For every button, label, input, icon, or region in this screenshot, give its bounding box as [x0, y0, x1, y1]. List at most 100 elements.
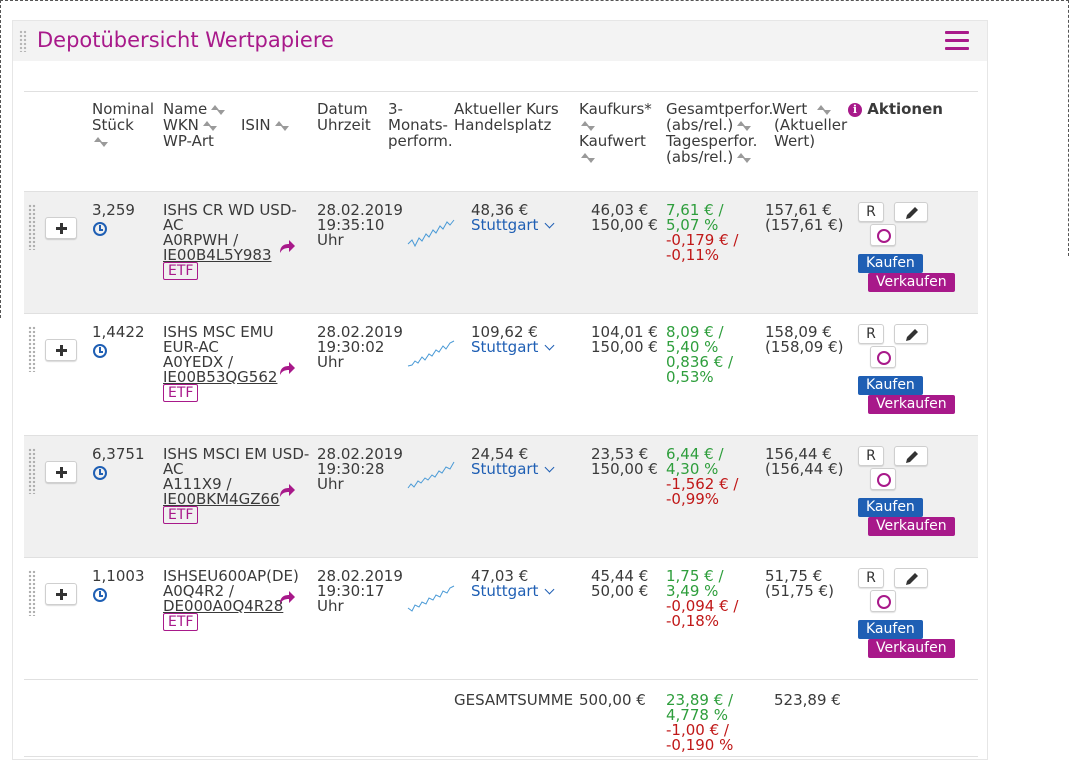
col-isin[interactable]: ISIN [241, 117, 289, 133]
header-label: Kaufwert [579, 132, 646, 150]
total-label: GESAMTSUMME [454, 691, 574, 709]
wert-aktuell-value: (158,09 €) [765, 338, 844, 356]
total-performance: 23,89 € / 4,778 % -1,00 € / -0,190 % [666, 693, 733, 753]
sort-icon[interactable] [817, 104, 832, 115]
header-label: Tagesperfor. [666, 132, 758, 150]
datum-uhrzeit: 28.02.2019 19:30:17 Uhr [317, 569, 403, 614]
datum-uhrzeit: 28.02.2019 19:30:28 Uhr [317, 447, 403, 492]
handelsplatz-dropdown[interactable]: Stuttgart [471, 216, 555, 234]
expand-row-button[interactable] [45, 339, 77, 361]
sparkline-chart [407, 340, 455, 367]
row-drag-handle-icon[interactable] [28, 204, 36, 250]
kaufen-button[interactable]: Kaufen [858, 620, 923, 639]
clock-icon[interactable] [93, 466, 107, 480]
datum-uhrzeit: 28.02.2019 19:30:02 Uhr [317, 325, 403, 370]
r-button[interactable]: R [858, 568, 884, 588]
security-name: ISHS CR WD USD- AC A0RPWH / IE00B4L5Y983 [163, 203, 297, 263]
sort-icon[interactable] [211, 104, 226, 115]
dashed-selection-edge [0, 0, 1, 318]
security-name: ISHS MSCI EM USD- AC A111X9 / IE00BKM4GZ… [163, 447, 309, 507]
sort-icon[interactable] [581, 152, 595, 163]
watchlist-button[interactable] [870, 468, 896, 490]
sort-icon[interactable] [94, 136, 108, 147]
edit-button[interactable] [894, 446, 928, 466]
drag-handle-icon[interactable] [19, 30, 27, 52]
info-icon[interactable]: i [848, 103, 862, 117]
header-label: Uhrzeit [317, 116, 371, 134]
kaufen-button[interactable]: Kaufen [858, 498, 923, 517]
verkaufen-button[interactable]: Verkaufen [868, 273, 955, 292]
watchlist-button[interactable] [870, 224, 896, 246]
sort-icon[interactable] [737, 152, 752, 163]
stueck-value: 3,259 [92, 201, 135, 219]
wp-art-badge: ETF [163, 262, 199, 280]
clock-icon[interactable] [93, 344, 107, 358]
col-name[interactable]: Name WKN WP-Art [163, 101, 226, 149]
header-label: Handelsplatz [454, 116, 552, 134]
isin-value[interactable]: IE00B4L5Y983 [163, 248, 297, 263]
kaufen-button[interactable]: Kaufen [858, 254, 923, 273]
col-nominal[interactable]: Nominal Stück [92, 101, 154, 149]
col-gesamtperformance[interactable]: Gesamtperfor. (abs/rel.) Tagesperfor. (a… [666, 101, 773, 165]
verkaufen-button[interactable]: Verkaufen [868, 395, 955, 414]
table-row: 6,3751 ISHS MSCI EM USD- AC A111X9 / IE0… [24, 435, 978, 557]
kaufen-button[interactable]: Kaufen [858, 376, 923, 395]
header-label: Wert) [774, 132, 816, 150]
header-label: (abs/rel.) [666, 148, 734, 166]
verkaufen-button[interactable]: Verkaufen [868, 517, 955, 536]
r-button[interactable]: R [858, 202, 884, 222]
r-button[interactable]: R [858, 446, 884, 466]
header-label: Aktionen [867, 100, 943, 118]
watchlist-button[interactable] [870, 346, 896, 368]
expand-row-button[interactable] [45, 461, 77, 483]
col-kaufkurs[interactable]: Kaufkurs* Kaufwert [579, 101, 652, 165]
expand-row-button[interactable] [45, 583, 77, 605]
verkaufen-button[interactable]: Verkaufen [868, 639, 955, 658]
header-label: Monats- [388, 116, 448, 134]
table-row: 1,1003 ISHSEU600AP(DE) A0Q4R2 / DE000A0Q… [24, 557, 978, 679]
handelsplatz-label: Stuttgart [471, 582, 539, 600]
header-label: Gesamtperfor. [666, 100, 774, 118]
share-icon[interactable] [278, 362, 296, 376]
row-drag-handle-icon[interactable] [28, 448, 36, 494]
col-aktionen: i Aktionen [848, 101, 943, 117]
isin-value[interactable]: IE00B53QG562 [163, 370, 277, 385]
r-button[interactable]: R [858, 324, 884, 344]
expand-row-button[interactable] [45, 217, 77, 239]
row-drag-handle-icon[interactable] [28, 326, 36, 372]
share-icon[interactable] [278, 240, 296, 254]
handelsplatz-label: Stuttgart [471, 216, 539, 234]
kauf-cell: 45,44 € 50,00 € [591, 569, 648, 599]
tages-rel: -0,11% [666, 246, 720, 264]
row-drag-handle-icon[interactable] [28, 570, 36, 616]
watchlist-button[interactable] [870, 590, 896, 612]
header-label: Nominal [92, 100, 155, 118]
sort-icon[interactable] [581, 120, 595, 131]
sparkline-chart [407, 219, 455, 248]
wp-art-badge: ETF [163, 613, 199, 631]
share-icon[interactable] [278, 484, 296, 498]
stueck-value: 6,3751 [92, 445, 145, 463]
clock-icon[interactable] [93, 222, 107, 236]
chevron-down-icon [544, 340, 555, 351]
menu-icon[interactable] [945, 31, 969, 51]
sort-icon[interactable] [202, 120, 217, 131]
sparkline-chart [407, 461, 455, 489]
security-name: ISHS MSC EMU EUR-AC A0YEDX / IE00B53QG56… [163, 325, 277, 385]
clock-icon[interactable] [93, 588, 107, 602]
pencil-icon [906, 329, 918, 341]
kaufwert-value: 150,00 € [591, 338, 658, 356]
col-wert[interactable]: Wert (Aktueller Wert) [772, 101, 847, 149]
sort-icon[interactable] [737, 120, 752, 131]
stueck-value: 1,4422 [92, 323, 145, 341]
wert-aktuell-value: (156,44 €) [765, 460, 844, 478]
edit-button[interactable] [894, 202, 928, 222]
edit-button[interactable] [894, 568, 928, 588]
handelsplatz-dropdown[interactable]: Stuttgart [471, 462, 555, 477]
handelsplatz-dropdown[interactable]: Stuttgart [471, 340, 555, 355]
sort-icon[interactable] [274, 120, 289, 131]
share-icon[interactable] [278, 591, 296, 605]
kauf-cell: 104,01 € 150,00 € [591, 325, 658, 355]
handelsplatz-dropdown[interactable]: Stuttgart [471, 582, 555, 600]
edit-button[interactable] [894, 324, 928, 344]
